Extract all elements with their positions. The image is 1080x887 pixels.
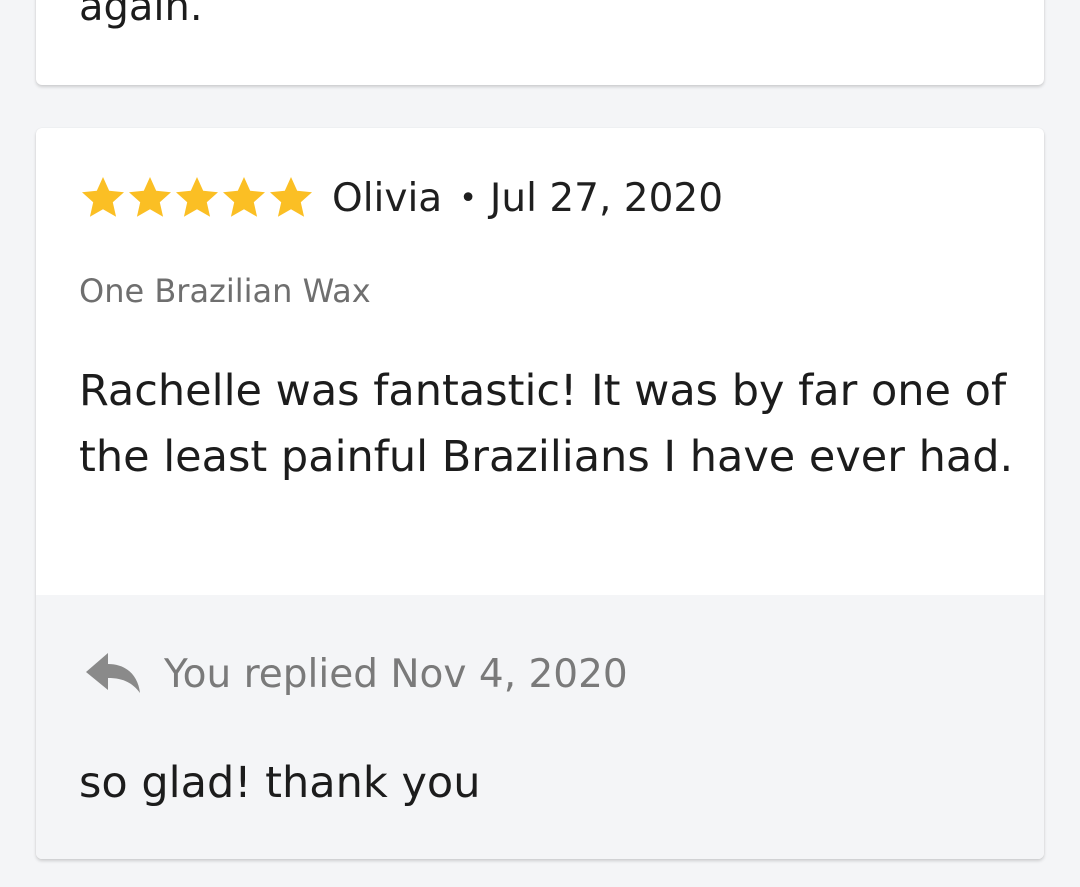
review-body: Rachelle was fantastic! It was by far on… (79, 366, 1014, 482)
star-icon (173, 174, 221, 222)
star-icon (220, 174, 268, 222)
review-date: Jul 27, 2020 (489, 175, 724, 221)
reply-body: so glad! thank you (79, 758, 481, 808)
review-card: Olivia • Jul 27, 2020 One Brazilian Wax … (36, 128, 1044, 859)
reply-header: You replied Nov 4, 2020 (84, 649, 628, 699)
star-icon (126, 174, 174, 222)
reviewer-name: Olivia (332, 175, 443, 221)
reply-section: You replied Nov 4, 2020 so glad! thank y… (36, 595, 1044, 859)
star-icon (79, 174, 127, 222)
previous-review-body: again. (79, 0, 203, 30)
star-rating (79, 174, 314, 222)
reply-arrow-icon (84, 649, 144, 699)
service-name: One Brazilian Wax (79, 272, 371, 310)
separator-dot: • (459, 180, 477, 216)
review-header: Olivia • Jul 27, 2020 (79, 173, 723, 223)
star-icon (267, 174, 315, 222)
replied-label: You replied Nov 4, 2020 (164, 651, 628, 697)
previous-review-card: again. (36, 0, 1044, 85)
